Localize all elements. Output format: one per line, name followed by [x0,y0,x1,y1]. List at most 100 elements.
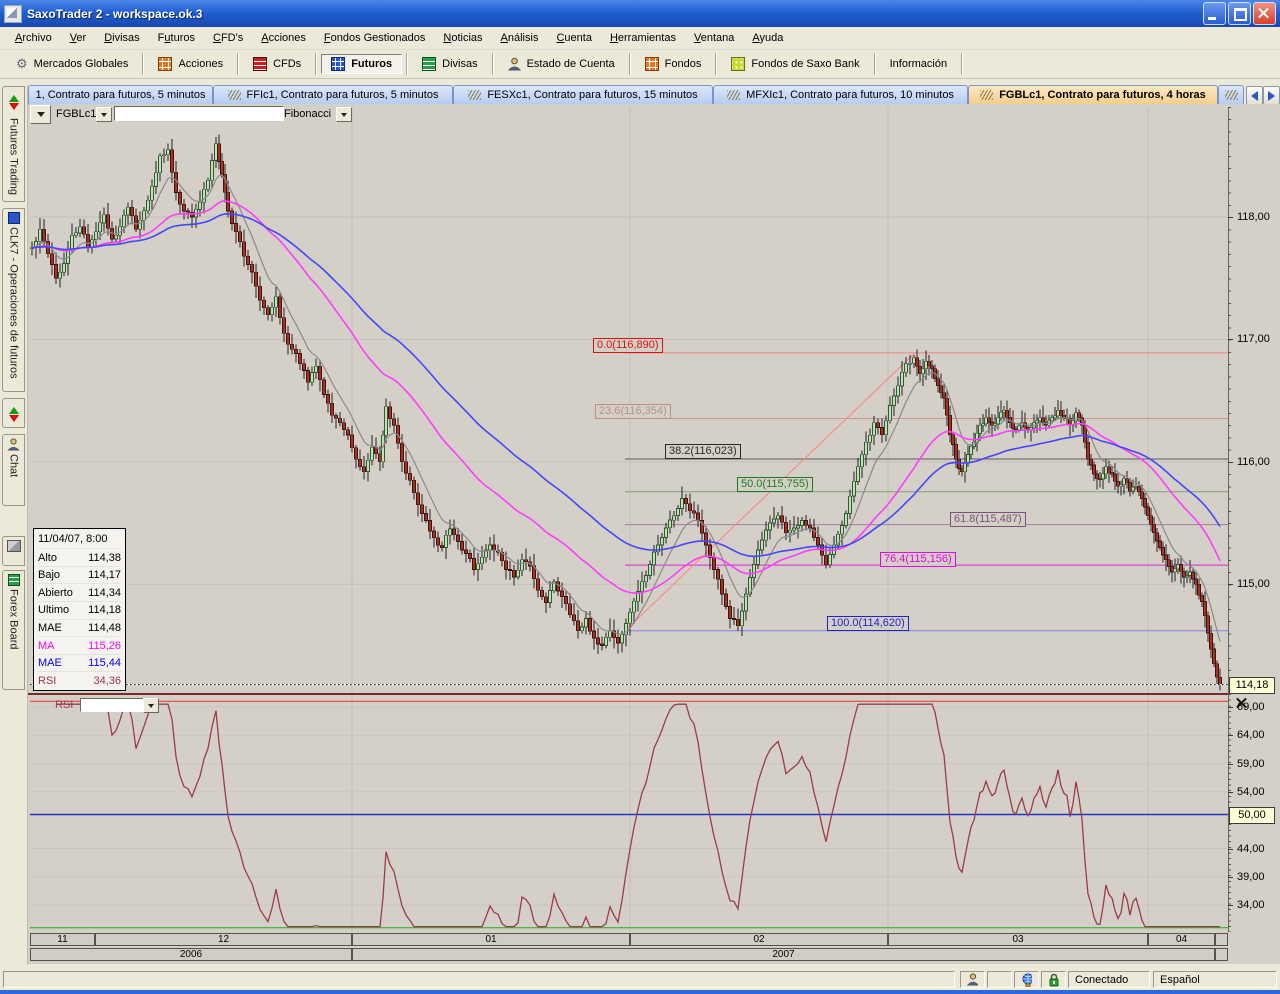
chat-person-icon [7,438,20,451]
sidebar-tab-chat[interactable]: Chat [2,434,25,506]
price-chart-canvas[interactable] [30,107,1228,694]
instrument-dropdown[interactable] [96,107,112,122]
tooltip-row-value: 114,38 [88,552,121,564]
up-arrow-icon [9,402,19,414]
chart-menu-button[interactable] [30,105,51,124]
toolbar-button-fondos[interactable]: Fondos [635,54,712,74]
rsi-close-icon[interactable] [1235,697,1248,710]
tab-scroll-right-button[interactable] [1263,86,1280,105]
sidebar-tab-forex-board[interactable]: Forex Board [2,570,25,690]
time-axis-year-cell: 2007 [352,948,1215,961]
connection-status-cell: Conectado [1068,971,1150,988]
tooltip-row-ultimo: Ultimo114,18 [38,602,121,620]
instrument-search-input[interactable] [114,106,284,121]
toolbar-button-acciones[interactable]: Acciones [148,54,233,74]
rsi-input[interactable] [80,698,148,712]
chart-pen-icon [1225,90,1238,100]
rsi-mid-level-box: 50,00 [1229,807,1275,824]
price-tick-mark [1228,584,1233,585]
tooltip-header: 11/04/07, 8:00 [38,530,121,549]
rsi-tick-label: 44,00 [1237,843,1265,855]
tooltip-row-label: MA [38,640,55,652]
sidebar-tab-clk7-operaciones-de-futuros[interactable]: CLK7 - Operaciones de futuros [2,208,25,392]
chart-pen-icon [727,90,740,100]
toolbar-button-label: Mercados Globales [34,58,129,70]
status-blank-cell [987,971,1012,988]
tooltip-row-label: Ultimo [38,604,69,616]
toolbar-button-label: Fondos [665,58,702,70]
main-toolbar: ⚙ Mercados Globales Acciones CFDs Futuros Div… [0,50,1280,79]
chevron-down-icon [341,113,347,120]
menu-item-acciones[interactable]: Acciones [252,29,315,47]
rsi-axis: 50,00 69,0064,0059,0054,0044,0039,0034,0… [1228,694,1280,932]
menu-item-futuros[interactable]: Futuros [149,29,204,47]
toolbar-button-futuros[interactable]: Futuros [321,54,402,74]
minimize-button[interactable] [1203,2,1226,25]
connection-status: Conectado [1075,974,1128,986]
menu-item-archivo[interactable]: Archivo [6,29,61,47]
rsi-panel-divider[interactable] [28,693,1228,695]
menu-item-cuenta[interactable]: Cuenta [547,29,600,47]
sidebar-tab-cards-icon[interactable] [2,536,25,566]
chart-tab[interactable]: MFXIc1, Contrato para futuros, 10 minuto… [713,85,968,104]
menu-item-cfd-s[interactable]: CFD's [204,29,252,47]
rsi-line [56,704,1220,926]
drawing-tool-dropdown[interactable] [336,107,352,122]
tab-scroll-left-button[interactable] [1246,86,1263,105]
toolbar-separator [237,53,239,75]
menu-item-herramientas[interactable]: Herramientas [601,29,685,47]
toolbar-button-informaci-n[interactable]: Información [880,54,957,74]
toolbar-separator [715,53,717,75]
chart-tab[interactable]: 1, Contrato para futuros, 5 minutos [28,85,213,104]
rsi-dropdown[interactable] [143,698,159,713]
menu-item-divisas[interactable]: Divisas [95,29,148,47]
chart-tab[interactable]: FFIc1, Contrato para futuros, 5 minutos [213,85,453,104]
restore-button[interactable] [1228,2,1251,25]
menu-item-ventana[interactable]: Ventana [685,29,743,47]
tooltip-row-abierto: Abierto 114,34 [38,584,121,602]
close-button[interactable] [1253,2,1276,25]
chevron-down-icon [101,113,107,120]
fib-label-61.8: 61.8(115,487) [950,512,1026,527]
sidebar-tab-label: Forex Board [8,589,20,650]
toolbar-button-estado-de-cuenta[interactable]: Estado de Cuenta [498,54,625,74]
toolbar-button-mercados-globales[interactable]: ⚙ Mercados Globales [6,54,138,74]
gear-icon: ⚙ [16,57,28,71]
status-lock-cell [1041,971,1066,988]
sidebar-tab-futures-trading[interactable]: Futures Trading [2,86,25,202]
toolbar-button-divisas[interactable]: Divisas [412,54,487,74]
rsi-chart-canvas[interactable] [30,694,1228,932]
tooltip-row-value: 34,36 [93,675,121,687]
menu-item-fondos-gestionados[interactable]: Fondos Gestionados [315,29,435,47]
chart-tab-active[interactable]: FGBLc1, Contrato para futuros, 4 horas [968,85,1218,104]
toolbar-button-fondos-de-saxo-bank[interactable]: Fondos de Saxo Bank [721,54,869,74]
toolbar-separator [142,53,144,75]
tooltip-row-value: 114,34 [88,587,121,599]
price-tick-label: 117,00 [1237,333,1270,345]
rsi-label: RSI [55,699,73,711]
time-axis-month-cell [1215,933,1228,946]
drawing-tool-label: Fibonacci [284,108,331,120]
language-cell: Español [1153,971,1277,988]
chart-tab[interactable]: FESXc1, Contrato para futuros, 15 minuto… [453,85,713,104]
menu-item-ayuda[interactable]: Ayuda [743,29,792,47]
menu-item-noticias[interactable]: Noticias [434,29,491,47]
bottom-strip [0,990,1280,994]
tooltip-row-alto: Alto114,38 [38,549,121,567]
user-icon [967,973,978,986]
menu-item-an-lisis[interactable]: Análisis [492,29,548,47]
menu-item-ver[interactable]: Ver [61,29,96,47]
saxo-funds-icon [731,57,745,71]
toolbar-button-cfds[interactable]: CFDs [243,54,311,74]
sidebar-tab-trade-arrows-icon[interactable] [2,398,25,428]
language-label: Español [1160,974,1200,986]
tooltip-row-label: Abierto [38,587,73,599]
rsi-tick-label: 54,00 [1237,786,1265,798]
chart-tab-partial[interactable] [1218,85,1244,104]
chart-tab-label: 1, Contrato para futuros, 5 minutos [36,89,206,101]
ma-line-MAE-slow [32,214,1220,556]
time-axis-month-cell: 02 [630,933,888,946]
time-axis-year-cell [1215,948,1228,961]
tooltip-row-label: Bajo [38,569,60,581]
account-icon [508,57,521,71]
